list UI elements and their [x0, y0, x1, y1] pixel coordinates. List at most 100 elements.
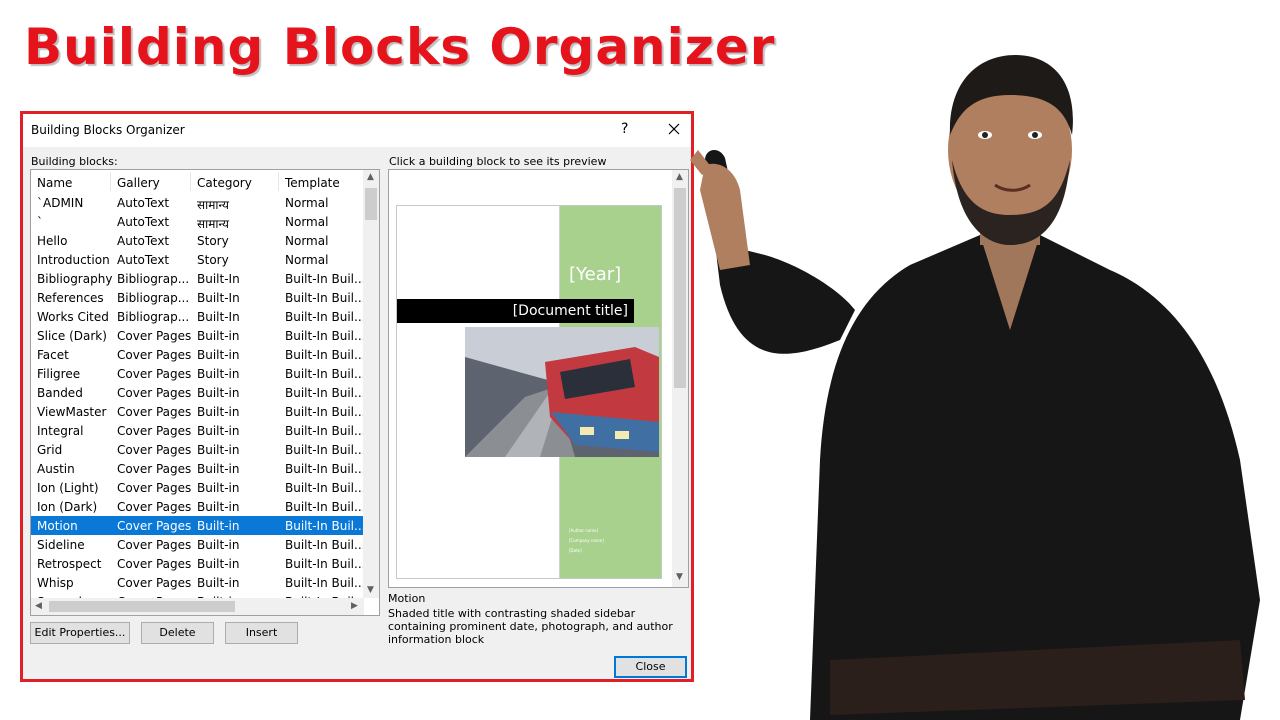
- scroll-up-arrow-icon[interactable]: ▲: [367, 172, 374, 182]
- selected-block-description: Shaded title with contrasting shaded sid…: [388, 607, 673, 646]
- scroll-down-arrow-icon[interactable]: ▼: [367, 585, 374, 595]
- insert-button[interactable]: Insert: [225, 622, 298, 644]
- table-row[interactable]: Introduction AutoText Story Normal: [31, 250, 363, 269]
- dialog-title: Building Blocks Organizer: [31, 123, 185, 137]
- list-scroll-thumb[interactable]: [365, 188, 377, 220]
- column-header-name[interactable]: Name: [37, 176, 72, 190]
- list-horizontal-scrollbar[interactable]: ◀ ▶: [31, 598, 364, 615]
- cell-template: Built-In Buil...: [285, 367, 363, 381]
- cell-name: Filigree: [37, 367, 81, 381]
- cell-category: Built-in: [197, 386, 240, 400]
- cell-template: Built-In Buil...: [285, 424, 363, 438]
- cell-template: Normal: [285, 215, 329, 229]
- table-row[interactable]: References Bibliograp... Built-In Built-In …: [31, 288, 363, 307]
- cell-template: Normal: [285, 196, 329, 210]
- cell-gallery: Cover Pages: [117, 386, 192, 400]
- cell-name: ViewMaster: [37, 405, 107, 419]
- scroll-left-arrow-icon[interactable]: ◀: [35, 601, 42, 611]
- table-row[interactable]: ` AutoText सामान्य Normal: [31, 212, 363, 231]
- building-blocks-organizer-dialog: Building Blocks Organizer ? Building blo…: [20, 111, 694, 682]
- cell-name: Austin: [37, 462, 75, 476]
- column-header-template[interactable]: Template: [285, 176, 340, 190]
- cell-template: Built-In Buil...: [285, 310, 363, 324]
- preview-year: [Year]: [569, 264, 622, 285]
- table-row[interactable]: Sideline Cover Pages Built-in Built-In Buil…: [31, 535, 363, 554]
- table-row[interactable]: Banded Cover Pages Built-in Built-In Buil..…: [31, 383, 363, 402]
- cell-template: Built-In Buil...: [285, 272, 363, 286]
- cell-name: Integral: [37, 424, 84, 438]
- cell-name: Grid: [37, 443, 63, 457]
- cell-category: Built-In: [197, 272, 240, 286]
- cell-gallery: Cover Pages: [117, 462, 192, 476]
- cell-name: Banded: [37, 386, 83, 400]
- cell-gallery: Cover Pages: [117, 443, 192, 457]
- cell-template: Built-In Buil...: [285, 481, 363, 495]
- edit-properties-button[interactable]: Edit Properties...: [30, 622, 130, 644]
- table-row[interactable]: Facet Cover Pages Built-in Built-In Buil...: [31, 345, 363, 364]
- cell-template: Built-In Buil...: [285, 348, 363, 362]
- cell-category: Built-in: [197, 443, 240, 457]
- table-row[interactable]: Motion Cover Pages Built-in Built-In Buil..…: [31, 516, 363, 535]
- building-blocks-list[interactable]: Name Gallery Category Template `ADMIN Aut…: [30, 169, 380, 616]
- cell-gallery: Cover Pages: [117, 481, 192, 495]
- train-photo: [465, 327, 659, 457]
- list-header: Name Gallery Category Template: [31, 170, 363, 193]
- cell-name: References: [37, 291, 104, 305]
- table-row[interactable]: Retrospect Cover Pages Built-in Built-In Bu…: [31, 554, 363, 573]
- table-row[interactable]: Slice (Dark) Cover Pages Built-in Built-In …: [31, 326, 363, 345]
- cell-gallery: AutoText: [117, 253, 170, 267]
- cell-gallery: Cover Pages: [117, 367, 192, 381]
- table-row[interactable]: Whisp Cover Pages Built-in Built-In Buil...: [31, 573, 363, 592]
- cell-gallery: Cover Pages: [117, 538, 192, 552]
- cell-category: Built-in: [197, 348, 240, 362]
- table-row[interactable]: Grid Cover Pages Built-in Built-In Buil...: [31, 440, 363, 459]
- preview-date-line: [Date]: [569, 548, 582, 553]
- cell-name: Ion (Light): [37, 481, 99, 495]
- table-row[interactable]: `ADMIN AutoText सामान्य Normal: [31, 193, 363, 212]
- cell-name: Ion (Dark): [37, 500, 98, 514]
- cell-category: Built-in: [197, 367, 240, 381]
- table-row[interactable]: Ion (Light) Cover Pages Built-in Built-In B…: [31, 478, 363, 497]
- table-row[interactable]: Hello AutoText Story Normal: [31, 231, 363, 250]
- column-header-category[interactable]: Category: [197, 176, 252, 190]
- table-row[interactable]: Integral Cover Pages Built-in Built-In Buil…: [31, 421, 363, 440]
- cell-category: Built-in: [197, 329, 240, 343]
- cell-category: Built-in: [197, 500, 240, 514]
- table-row[interactable]: Austin Cover Pages Built-in Built-In Buil..…: [31, 459, 363, 478]
- table-row[interactable]: Ion (Dark) Cover Pages Built-in Built-In Bu…: [31, 497, 363, 516]
- list-vertical-scrollbar[interactable]: ▲ ▼: [363, 170, 379, 598]
- help-button[interactable]: ?: [621, 121, 628, 137]
- delete-button[interactable]: Delete: [141, 622, 214, 644]
- table-row[interactable]: Works Cited Bibliograp... Built-In Built-In…: [31, 307, 363, 326]
- table-row[interactable]: ViewMaster Cover Pages Built-in Built-In Bu…: [31, 402, 363, 421]
- cell-category: Built-in: [197, 519, 240, 533]
- table-row[interactable]: Bibliography Bibliograp... Built-In Built-I…: [31, 269, 363, 288]
- cell-category: Built-in: [197, 576, 240, 590]
- cell-gallery: Cover Pages: [117, 519, 192, 533]
- cell-category: Built-in: [197, 481, 240, 495]
- scroll-right-arrow-icon[interactable]: ▶: [351, 601, 358, 611]
- column-header-gallery[interactable]: Gallery: [117, 176, 160, 190]
- selected-block-name: Motion: [388, 592, 426, 605]
- cell-category: Story: [197, 234, 229, 248]
- preview-pane: [Year] [Document title] [Author name] [C…: [388, 169, 689, 588]
- cover-page-preview: [Year] [Document title] [Author name] [C…: [396, 205, 662, 579]
- cell-name: Works Cited: [37, 310, 109, 324]
- cell-template: Built-In Buil...: [285, 576, 363, 590]
- cell-category: Built-In: [197, 291, 240, 305]
- close-button[interactable]: Close: [614, 656, 687, 678]
- cell-category: सामान्य: [197, 198, 230, 212]
- cell-template: Built-In Buil...: [285, 291, 363, 305]
- table-row[interactable]: Filigree Cover Pages Built-in Built-In Buil…: [31, 364, 363, 383]
- cell-gallery: Cover Pages: [117, 500, 192, 514]
- cell-gallery: AutoText: [117, 234, 170, 248]
- cell-template: Built-In Buil...: [285, 386, 363, 400]
- list-hscroll-thumb[interactable]: [49, 601, 235, 612]
- cell-template: Normal: [285, 253, 329, 267]
- cell-gallery: Cover Pages: [117, 424, 192, 438]
- cell-template: Normal: [285, 234, 329, 248]
- preview-author-line: [Author name]: [569, 528, 599, 533]
- cell-name: `ADMIN: [37, 196, 84, 210]
- cell-template: Built-In Buil...: [285, 557, 363, 571]
- cell-gallery: Cover Pages: [117, 557, 192, 571]
